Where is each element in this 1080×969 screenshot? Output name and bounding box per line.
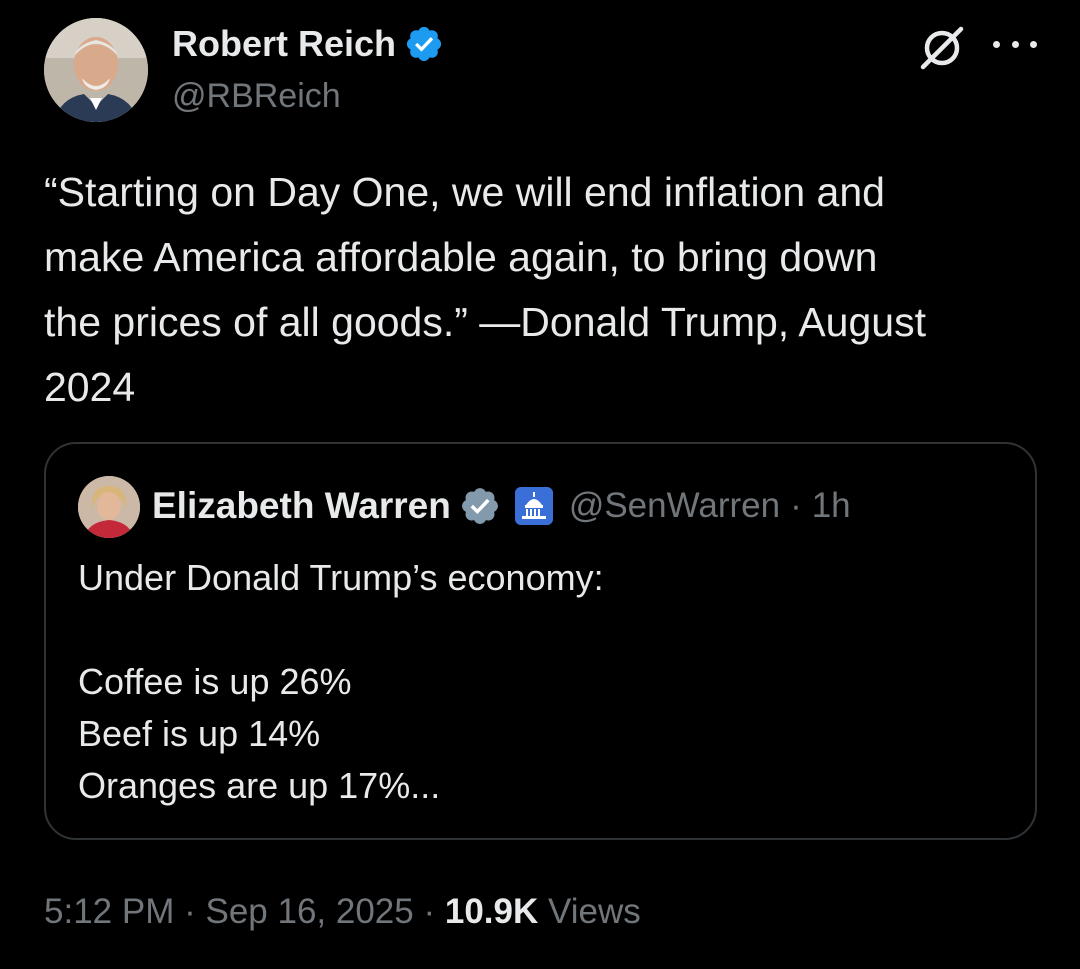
quote-avatar-photo (78, 476, 140, 538)
author-info: Robert Reich @RBReich (172, 22, 444, 120)
author-name-row[interactable]: Robert Reich (172, 22, 444, 66)
more-dot (993, 40, 1000, 48)
verified-badge-icon[interactable] (404, 24, 444, 64)
quote-author-avatar[interactable] (78, 476, 140, 538)
grok-icon[interactable] (916, 22, 968, 74)
more-dot (1030, 40, 1037, 48)
tweet: Robert Reich @RBReich “Starting on Day O… (0, 0, 1080, 969)
more-icon[interactable] (993, 30, 1037, 58)
quote-text: Under Donald Trump’s economy: Coffee is … (78, 557, 604, 806)
quote-header: Elizabeth Warren @SenWarren · 1h (152, 482, 851, 530)
author-display-name[interactable]: Robert Reich (172, 22, 396, 66)
quote-display-name[interactable]: Elizabeth Warren (152, 485, 451, 527)
meta-separator: · (423, 892, 436, 931)
author-avatar[interactable] (44, 18, 148, 122)
post-date[interactable]: Sep 16, 2025 (205, 892, 413, 931)
government-verified-icon[interactable] (459, 485, 501, 527)
author-avatar-photo (44, 18, 148, 122)
quote-separator: · (790, 486, 802, 525)
meta-separator: · (184, 892, 196, 931)
quote-handle[interactable]: @SenWarren (569, 486, 780, 526)
author-handle[interactable]: @RBReich (172, 72, 444, 120)
more-dot (1011, 40, 1019, 48)
capitol-icon[interactable] (514, 487, 553, 525)
views-label: Views (548, 892, 641, 931)
post-meta: 5:12 PM · Sep 16, 2025 · 10.9K Views (44, 886, 641, 938)
post-text: “Starting on Day One, we will end inflat… (44, 169, 926, 410)
views-count[interactable]: 10.9K (445, 892, 538, 931)
quoted-post[interactable]: Elizabeth Warren @SenWarren · 1h Under D… (44, 442, 1037, 840)
post-time[interactable]: 5:12 PM (44, 892, 174, 931)
quote-timestamp[interactable]: 1h (812, 486, 851, 526)
